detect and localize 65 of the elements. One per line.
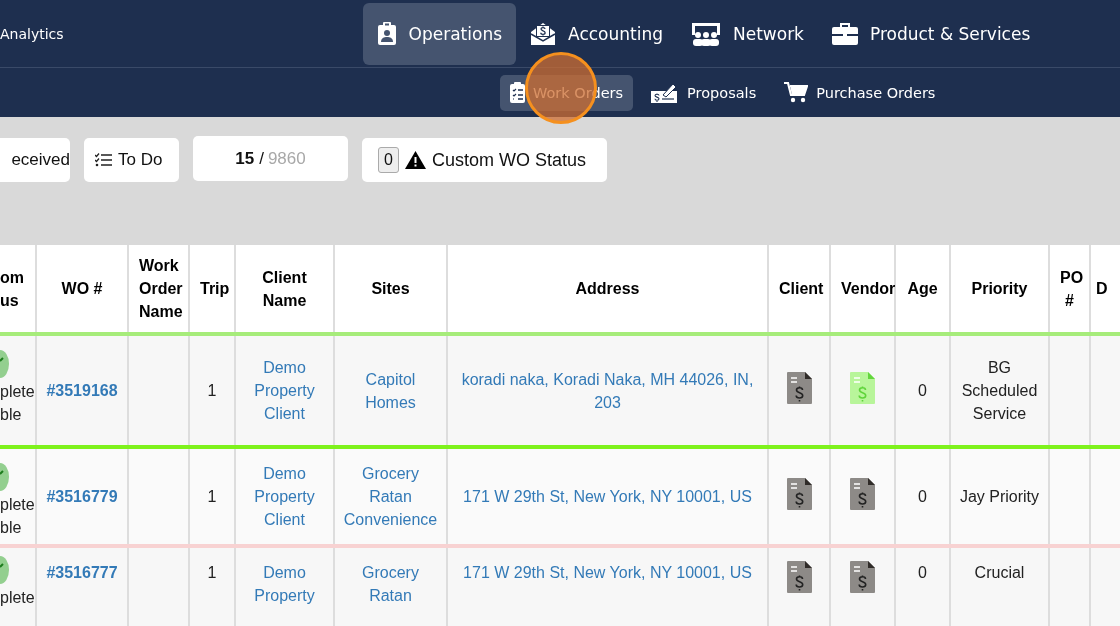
clipboard-person-icon xyxy=(376,21,397,46)
column-header: Work Order Name xyxy=(139,257,183,320)
count-total: 9860 xyxy=(267,148,306,169)
signature-icon xyxy=(651,82,680,103)
column-header: D xyxy=(1096,280,1108,297)
status-text: plete xyxy=(0,588,35,608)
table-cell: Jay Priority xyxy=(959,488,1040,505)
invoice-icon[interactable] xyxy=(786,561,812,593)
work-order-link[interactable]: #3516779 xyxy=(46,488,118,505)
briefcase-icon xyxy=(831,22,858,45)
work-order-link[interactable]: #3519168 xyxy=(46,382,118,399)
nav-tab-label: Accounting xyxy=(568,23,663,44)
checklist-icon xyxy=(95,153,112,167)
subnav-tab-label: Purchase Orders xyxy=(816,84,936,101)
count-badge: 0 xyxy=(378,147,399,173)
status-text: plete ble xyxy=(0,495,35,538)
nav-tab-label: Product & Services xyxy=(869,23,1031,44)
table-cell: 0 xyxy=(918,382,927,399)
invoice-icon[interactable] xyxy=(786,371,812,404)
envelope-dollar-icon xyxy=(530,21,557,46)
column-header: Vendor xyxy=(841,280,896,297)
subnav-tab[interactable]: Purchase Orders xyxy=(774,74,946,111)
table-cell: Crucial xyxy=(974,564,1025,581)
clipboard-list-icon xyxy=(510,82,525,103)
column-header: WO # xyxy=(61,280,103,297)
subnav-tab-label: Proposals xyxy=(687,84,757,101)
table-cell: 1 xyxy=(207,488,217,505)
table-cell: 1 xyxy=(207,382,217,399)
nav-tab[interactable]: Accounting xyxy=(516,2,677,65)
table-cell: 0 xyxy=(918,564,927,581)
nav-tab[interactable]: Product & Services xyxy=(817,2,1045,65)
custom-status-label: Custom WO Status xyxy=(431,149,586,171)
subnav-tab[interactable]: Proposals xyxy=(641,74,767,111)
nav-tab[interactable]: Operations xyxy=(362,2,517,65)
invoice-icon[interactable] xyxy=(850,477,875,510)
custom-status-button[interactable]: 0 Custom WO Status xyxy=(362,138,607,182)
people-icon xyxy=(691,21,721,46)
column-header: Client Name xyxy=(262,268,307,309)
nav-tab[interactable]: Network xyxy=(677,2,818,65)
column-header: Sites xyxy=(371,280,410,297)
count-value: 15 xyxy=(235,148,255,169)
column-header: Priority xyxy=(971,280,1028,297)
nav-tab-label: Network xyxy=(733,23,804,44)
column-header: Address xyxy=(575,280,640,297)
table-cell: 0 xyxy=(918,488,927,505)
status-text: plete ble xyxy=(0,382,35,425)
filter-button[interactable]: eceived xyxy=(0,138,70,182)
work-order-link[interactable]: #3516777 xyxy=(46,564,118,581)
column-header: Trip xyxy=(200,280,230,297)
warning-icon xyxy=(404,151,426,169)
nav-tab-label: Operations xyxy=(408,23,503,44)
table-cell: 1 xyxy=(207,564,217,581)
nav-tab[interactable]: Analytics xyxy=(0,2,78,65)
column-header: PO # xyxy=(1060,268,1084,309)
column-header: Client xyxy=(779,280,824,297)
todo-label: To Do xyxy=(118,150,163,170)
table-cell: BG Scheduled Service xyxy=(961,359,1038,422)
column-header: Age xyxy=(907,280,938,297)
invoice-icon[interactable] xyxy=(786,477,812,510)
column-header: om us xyxy=(0,268,24,309)
todo-button[interactable]: To Do xyxy=(84,138,179,182)
nav-tab-label: Analytics xyxy=(0,25,64,42)
invoice-icon[interactable] xyxy=(850,561,875,593)
cart-icon xyxy=(784,82,809,103)
count-separator: / xyxy=(259,148,264,169)
